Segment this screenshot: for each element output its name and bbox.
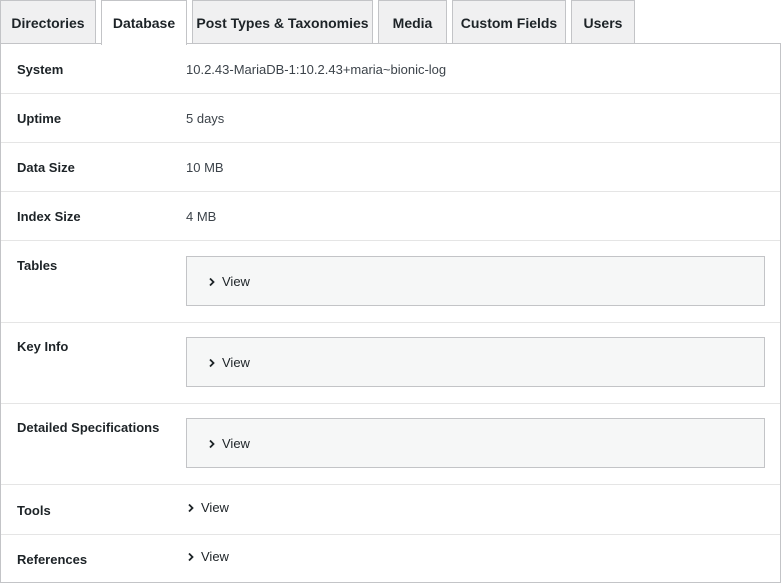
toggle-label: View [222,436,250,451]
row-label: Uptime [17,111,62,126]
row-label: Tables [17,258,58,273]
row-index-size: Index Size 4 MB [1,191,780,241]
row-system: System 10.2.43-MariaDB-1:10.2.43+maria~b… [1,44,780,94]
chevron-right-icon [206,276,218,288]
toggle-label: View [222,355,250,370]
toggle-label: View [222,274,250,289]
tab-directories[interactable]: Directories [0,0,96,44]
row-tables: Tables View [1,241,780,323]
tab-media[interactable]: Media [378,0,447,44]
row-value: 5 days [186,111,225,126]
row-uptime: Uptime 5 days [1,93,780,143]
row-label: Key Info [17,339,69,354]
row-value: 4 MB [186,209,217,224]
tab-database[interactable]: Database [101,0,187,45]
row-key-info: Key Info View [1,322,780,404]
database-panel: System 10.2.43-MariaDB-1:10.2.43+maria~b… [0,43,781,583]
row-detailed-specifications: Detailed Specifications View [1,403,780,485]
row-label: System [17,62,64,77]
detailed-specs-details-box: View [186,418,765,468]
tab-post-types-taxonomies[interactable]: Post Types & Taxonomies [192,0,373,44]
toggle-label: View [201,549,229,564]
chevron-right-icon [206,438,218,450]
site-health-info: Directories Database Post Types & Taxono… [0,0,781,583]
row-references: References View [1,534,780,582]
chevron-right-icon [185,502,197,514]
row-data-size: Data Size 10 MB [1,142,780,192]
row-value: 10 MB [186,160,224,175]
tools-view-toggle[interactable]: View [185,500,229,515]
chevron-right-icon [185,551,197,563]
chevron-right-icon [206,357,218,369]
tables-details-box: View [186,256,765,306]
tables-view-toggle[interactable]: View [206,274,250,289]
tab-custom-fields[interactable]: Custom Fields [452,0,566,44]
row-label: Index Size [17,209,81,224]
toggle-label: View [201,500,229,515]
row-label: References [17,552,88,567]
tab-bar: Directories Database Post Types & Taxono… [0,0,781,45]
row-label: Data Size [17,160,75,175]
tab-users[interactable]: Users [571,0,635,44]
key-info-view-toggle[interactable]: View [206,355,250,370]
row-value: 10.2.43-MariaDB-1:10.2.43+maria~bionic-l… [186,62,447,77]
row-label: Detailed Specifications [17,420,160,435]
references-view-toggle[interactable]: View [185,549,229,564]
key-info-details-box: View [186,337,765,387]
row-label: Tools [17,503,51,518]
row-tools: Tools View [1,485,780,535]
detailed-specs-view-toggle[interactable]: View [206,436,250,451]
